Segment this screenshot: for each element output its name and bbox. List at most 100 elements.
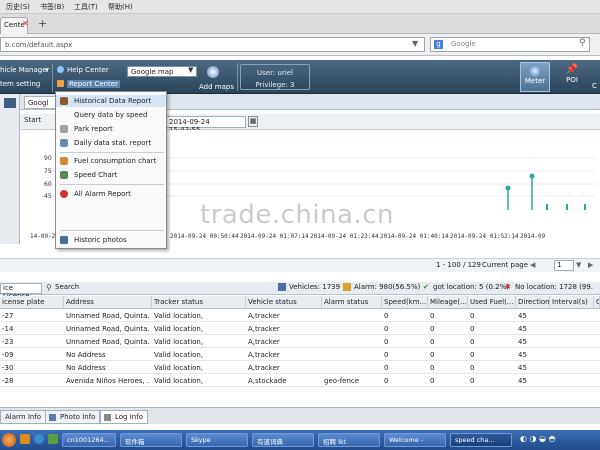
search-box[interactable]: g Google ⚲ — [430, 37, 590, 52]
no-location-icon: ✖ — [505, 283, 511, 291]
table-cell: 0 — [384, 325, 389, 333]
menu-history[interactable]: 历史(S) — [6, 2, 30, 12]
page-dropdown-icon[interactable]: ▼ — [576, 261, 581, 269]
table-row[interactable]: -27 Unnamed Road, Quinta... Valid location… — [0, 310, 600, 322]
speed-marker — [584, 204, 586, 210]
license-filter[interactable]: ice License — [0, 283, 42, 300]
table-cell: 0 — [384, 364, 389, 372]
menu-item-label: Historic photos — [74, 236, 127, 244]
menu-item-speed-chart[interactable]: Speed Chart — [56, 169, 166, 181]
prev-page-icon[interactable]: ◀ — [530, 261, 535, 269]
menu-bookmarks[interactable]: 书签(B) — [40, 2, 64, 12]
menu-item-historical-data-report[interactable]: Historical Data Report — [56, 95, 166, 107]
new-tab-icon[interactable]: + — [38, 17, 47, 30]
add-maps-button[interactable]: Add maps — [199, 83, 234, 91]
map-tab-label: Googl — [28, 99, 49, 107]
toolbar-divider — [52, 64, 53, 92]
panel-icon[interactable] — [4, 98, 16, 108]
add-maps-icon[interactable] — [207, 66, 219, 78]
url-input[interactable]: b.com/default.aspx — [0, 37, 425, 52]
tab-log-info[interactable]: Log Info — [100, 410, 148, 424]
col-used-fuel[interactable]: Used Fuel(... — [468, 296, 516, 309]
table-cell: 0 — [384, 377, 389, 385]
dropdown-arrow-icon[interactable]: ▼ — [412, 39, 418, 48]
table-cell: 0 — [384, 312, 389, 320]
table-row[interactable]: -28 Avenida Niños Heroes, ... Valid locati… — [0, 375, 600, 387]
col-direction[interactable]: Direction — [516, 296, 550, 309]
tab-photo-label: Photo Info — [60, 413, 96, 421]
system-setting-button[interactable]: tem setting — [0, 80, 40, 88]
y-tick-label: 45 — [44, 193, 52, 200]
table-row[interactable]: -14 Unnamed Road, Quinta... Valid location… — [0, 323, 600, 335]
col-alarm-status[interactable]: Alarm status — [322, 296, 382, 309]
help-icon — [57, 66, 64, 73]
col-interval[interactable]: Interval(s) — [550, 296, 594, 309]
taskbar-item-1[interactable]: cn1001264... — [62, 433, 116, 447]
col-overflow[interactable]: C — [594, 296, 600, 309]
tab-photo-info[interactable]: Photo Info — [45, 410, 101, 424]
select-arrow-icon[interactable]: ▼ — [188, 66, 193, 74]
col-license-plate[interactable]: icense plate — [0, 296, 64, 309]
map-select[interactable]: Google map — [127, 66, 197, 77]
search-icon[interactable]: ⚲ — [579, 38, 586, 48]
tray-icons[interactable]: ◐ ◑ ◒ ◓ — [520, 434, 556, 443]
x-tick-label: 2014-09-24 01:40:14 — [380, 233, 449, 240]
map-tab-google[interactable]: Googl — [24, 96, 58, 109]
ie-icon[interactable] — [34, 434, 44, 444]
poi-button[interactable]: 📌 POI — [557, 62, 587, 92]
menu-item-historic-photos[interactable]: Historic photos — [56, 234, 166, 246]
calendar-icon[interactable]: ▦ — [248, 116, 258, 127]
start-icon[interactable] — [2, 433, 16, 447]
menu-tools[interactable]: 工具(T) — [74, 2, 98, 12]
menu-help[interactable]: 帮助(H) — [108, 2, 133, 12]
vehicle-manager-button[interactable]: hicle Manager — [0, 66, 49, 74]
next-page-icon[interactable]: ▶ — [588, 261, 593, 269]
menu-item-fuel-chart[interactable]: Fuel consumption chart — [56, 155, 166, 167]
taskbar-item-7[interactable]: speed cha... — [450, 433, 512, 447]
app-icon-2[interactable] — [48, 434, 58, 444]
end-time-input[interactable]: 2014-09-24 15:43:55 — [166, 116, 246, 134]
table-cell: A,tracker — [248, 312, 280, 320]
taskbar-item-4[interactable]: 有道词典 — [252, 433, 314, 447]
menu-item-all-alarm-report[interactable]: All Alarm Report — [56, 188, 166, 200]
table-cell: Avenida Niños Heroes, ... — [66, 377, 150, 385]
table-cell: 0 — [384, 338, 389, 346]
speed-chart-icon — [60, 171, 68, 179]
col-address[interactable]: Address — [64, 296, 152, 309]
log-icon — [104, 414, 111, 421]
menu-item-park-report[interactable]: Park report — [56, 123, 166, 135]
taskbar-item-2[interactable]: 软件箱 — [120, 433, 182, 447]
taskbar-item-5[interactable]: 招聘 Ikt — [318, 433, 380, 447]
table-cell: 0 — [430, 377, 435, 385]
grid-search-button[interactable]: Search — [55, 283, 79, 291]
menu-item-daily-stat-report[interactable]: Daily data stat. report — [56, 137, 166, 149]
menu-separator — [60, 230, 164, 231]
table-row[interactable]: -23 Unnamed Road, Quinta... Valid location… — [0, 336, 600, 348]
speed-point[interactable] — [505, 185, 511, 191]
app-toolbar: hicle Manager ▾ tem setting Help Center … — [0, 60, 600, 94]
menu-item-query-by-speed[interactable]: Query data by speed — [56, 109, 166, 121]
photo-icon — [49, 414, 56, 421]
col-vehicle-status[interactable]: Vehicle status — [246, 296, 322, 309]
table-row[interactable]: -09 No Address Valid location, A,tracker 0 0 0… — [0, 349, 600, 361]
table-cell: 0 — [430, 364, 435, 372]
table-cell: -14 — [2, 325, 14, 333]
menu-item-label: Query data by speed — [74, 111, 148, 119]
report-center-button[interactable]: Report Center — [67, 80, 120, 88]
help-center-button[interactable]: Help Center — [67, 66, 109, 74]
tab-alarm-info[interactable]: Alarm Info — [0, 410, 47, 424]
close-tab-icon[interactable]: ✕ — [22, 19, 29, 28]
meter-button[interactable]: Meter — [520, 62, 550, 92]
table-row[interactable]: -30 No Address Valid location, A,tracker 0 0 0… — [0, 362, 600, 374]
x-tick-label: 2014-09-24 01:52:14 — [450, 233, 519, 240]
col-tracker-status[interactable]: Tracker status — [152, 296, 246, 309]
app-icon[interactable] — [20, 434, 30, 444]
page-input[interactable]: 1 — [554, 260, 574, 271]
col-mileage[interactable]: Mileage(... — [428, 296, 468, 309]
table-cell: Unnamed Road, Quinta... — [66, 312, 150, 320]
taskbar-item-3[interactable]: Skype — [186, 433, 248, 447]
col-speed[interactable]: Speed(km... — [382, 296, 428, 309]
google-icon: g — [434, 40, 443, 49]
taskbar-item-6[interactable]: Welcome - — [384, 433, 446, 447]
speed-point[interactable] — [529, 173, 535, 179]
